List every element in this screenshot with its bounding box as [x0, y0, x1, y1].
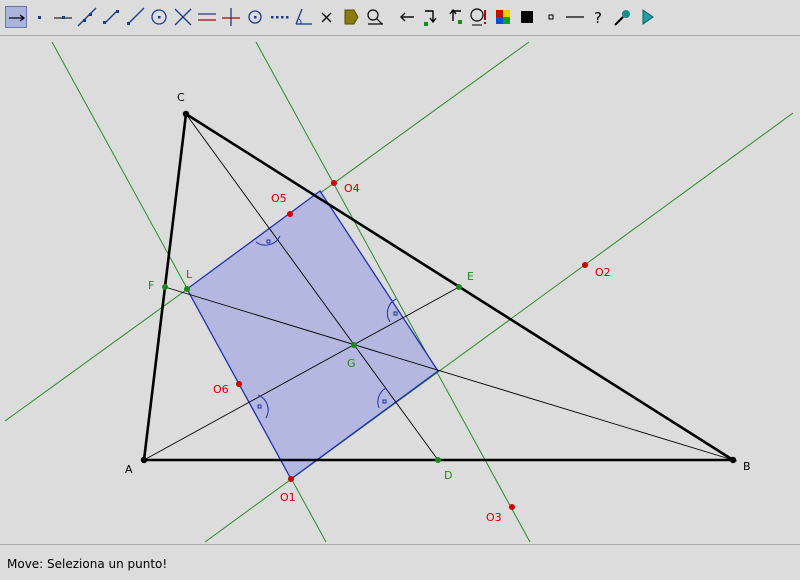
move-tool-icon[interactable] — [5, 6, 27, 28]
geometry-figure[interactable]: A B C D E F G L O1 O2 O3 O4 O5 O6 — [0, 36, 800, 544]
point-o4[interactable] — [331, 180, 337, 186]
play-tool-icon[interactable] — [636, 6, 658, 28]
redo-tool-icon[interactable] — [420, 6, 442, 28]
status-message: Move: Seleziona un punto! — [7, 557, 168, 571]
point-o3[interactable] — [509, 504, 515, 510]
point-style-tool-icon[interactable] — [540, 6, 562, 28]
back-tool-icon[interactable] — [444, 6, 466, 28]
point-a[interactable] — [140, 456, 148, 464]
label-o4: O4 — [344, 182, 360, 195]
point-g[interactable] — [351, 342, 357, 348]
locus-tool-icon[interactable] — [268, 6, 290, 28]
segment-tool-icon[interactable] — [100, 6, 122, 28]
label-a: A — [125, 463, 133, 476]
perpendicular-tool-icon[interactable] — [220, 6, 242, 28]
help-tool-icon[interactable]: ? — [588, 6, 610, 28]
delete-tool-icon[interactable] — [316, 6, 338, 28]
point-d[interactable] — [435, 457, 441, 463]
point-e[interactable] — [456, 284, 462, 290]
status-bar: Move: Seleziona un punto! — [0, 544, 800, 580]
point-o6[interactable] — [236, 381, 242, 387]
info-tool-icon[interactable] — [468, 6, 490, 28]
drawing-canvas[interactable]: A B C D E F G L O1 O2 O3 O4 O5 O6 — [0, 36, 800, 544]
point-f[interactable] — [162, 284, 168, 290]
zoom-tool-icon[interactable] — [612, 6, 634, 28]
label-tool-icon[interactable] — [340, 6, 362, 28]
toolbar: ? — [0, 0, 800, 36]
label-b: B — [743, 460, 751, 473]
label-o6: O6 — [213, 383, 229, 396]
midpoint-tool-icon[interactable] — [244, 6, 266, 28]
label-o2: O2 — [595, 266, 611, 279]
label-o3: O3 — [486, 511, 502, 524]
undo-tool-icon[interactable] — [396, 6, 418, 28]
parallel-tool-icon[interactable] — [196, 6, 218, 28]
line-style-tool-icon[interactable] — [564, 6, 586, 28]
point-b[interactable] — [729, 456, 737, 464]
intersection-tool-icon[interactable] — [172, 6, 194, 28]
label-e: E — [467, 270, 474, 283]
point-c[interactable] — [182, 110, 190, 118]
fill-tool-icon[interactable] — [516, 6, 538, 28]
angle-tool-icon[interactable] — [292, 6, 314, 28]
measure-tool-icon[interactable] — [364, 6, 386, 28]
line-tool-icon[interactable] — [76, 6, 98, 28]
green-lines — [4, 41, 794, 543]
ray-tool-icon[interactable] — [124, 6, 146, 28]
point-on-line-tool-icon[interactable] — [52, 6, 74, 28]
label-o1: O1 — [280, 491, 296, 504]
point-o5[interactable] — [287, 211, 293, 217]
svg-text:?: ? — [594, 9, 602, 27]
inscribed-rectangle[interactable] — [186, 190, 439, 480]
point-l[interactable] — [184, 286, 190, 292]
point-o2[interactable] — [582, 262, 588, 268]
label-f: F — [148, 279, 154, 292]
color-tool-icon[interactable] — [492, 6, 514, 28]
label-g: G — [347, 357, 356, 370]
label-l: L — [186, 268, 193, 281]
point-o1[interactable] — [288, 476, 294, 482]
circle-tool-icon[interactable] — [148, 6, 170, 28]
label-d: D — [444, 469, 452, 482]
label-o5: O5 — [271, 192, 287, 205]
point-tool-icon[interactable] — [28, 6, 50, 28]
label-c: C — [177, 91, 185, 104]
